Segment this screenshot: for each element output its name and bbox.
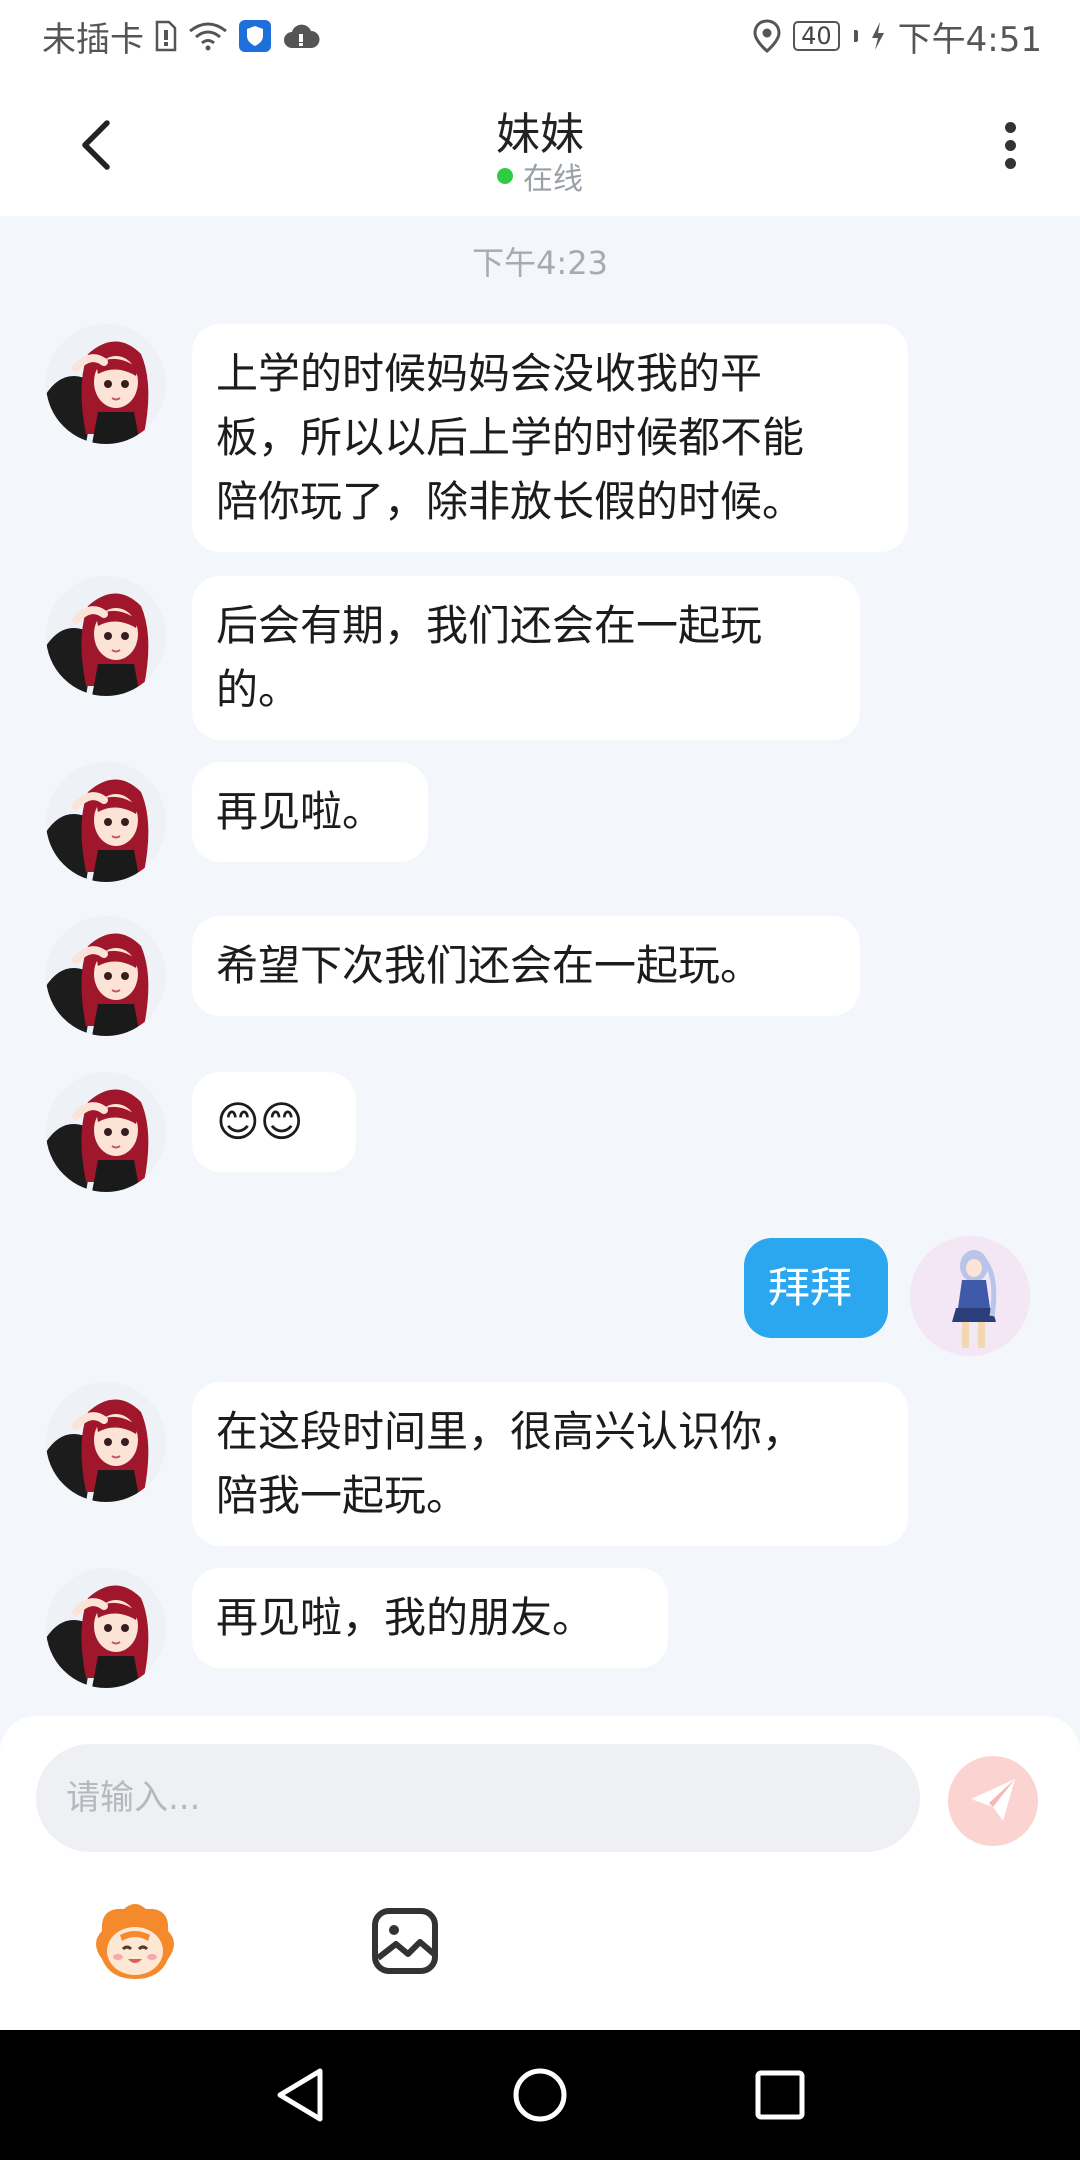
- wifi-icon: [188, 21, 228, 51]
- message-text: 陪你玩了，除非放长假的时候。: [216, 477, 805, 526]
- more-dot-icon: [1004, 121, 1016, 133]
- back-triangle-icon: [277, 2068, 323, 2122]
- message-bubble[interactable]: 再见啦，我的朋友。: [192, 1568, 668, 1668]
- status-time: 下午4:51: [897, 19, 1042, 60]
- message-bubble[interactable]: 上学的时候妈妈会没收我的平 板，所以以后上学的时候都不能 陪你玩了，除非放长假的…: [192, 324, 908, 552]
- message-bubble[interactable]: 再见啦。: [192, 762, 428, 862]
- chat-header: 妹妹 在线: [0, 72, 1080, 216]
- message-row: 后会有期，我们还会在一起玩 的。: [0, 576, 1080, 740]
- message-row: 希望下次我们还会在一起玩。: [0, 916, 1080, 1036]
- contact-avatar[interactable]: [46, 1072, 166, 1192]
- more-options-button[interactable]: [990, 110, 1030, 180]
- battery-tip: [853, 30, 858, 42]
- online-status: 在线: [0, 154, 1080, 198]
- nav-home-button[interactable]: [500, 2055, 580, 2135]
- composer: [0, 1716, 1080, 2030]
- message-text: 😊😊: [216, 1097, 304, 1146]
- sim-icon: [154, 20, 178, 52]
- message-text: 再见啦，我的朋友。: [216, 1593, 595, 1642]
- status-left: 未插卡: [42, 12, 320, 61]
- nav-back-button[interactable]: [260, 2055, 340, 2135]
- message-row: 上学的时候妈妈会没收我的平 板，所以以后上学的时候都不能 陪你玩了，除非放长假的…: [0, 324, 1080, 552]
- more-dot-icon: [1004, 157, 1016, 169]
- location-icon: [753, 19, 781, 53]
- battery-level: 40: [801, 22, 832, 50]
- message-text: 后会有期，我们还会在一起玩: [216, 601, 763, 650]
- message-bubble[interactable]: 😊😊: [192, 1072, 356, 1172]
- send-icon: [971, 1779, 1015, 1821]
- contact-avatar[interactable]: [46, 1568, 166, 1688]
- message-text: 再见啦。: [216, 787, 385, 836]
- message-row: 在这段时间里，很高兴认识你， 陪我一起玩。: [0, 1382, 1080, 1546]
- message-timestamp: 下午4:23: [472, 244, 608, 282]
- message-bubble[interactable]: 在这段时间里，很高兴认识你， 陪我一起玩。: [192, 1382, 908, 1546]
- message-text: 拜拜: [768, 1263, 853, 1312]
- contact-avatar[interactable]: [46, 916, 166, 1036]
- message-text: 的。: [216, 665, 301, 714]
- message-bubble[interactable]: 后会有期，我们还会在一起玩 的。: [192, 576, 860, 740]
- mascot-emoji-icon: [96, 1904, 174, 1979]
- contact-avatar[interactable]: [46, 576, 166, 696]
- shield-icon: [238, 19, 272, 53]
- message-text: 陪我一起玩。: [216, 1471, 469, 1520]
- page-title: 妹妹: [496, 109, 584, 160]
- home-circle-icon: [513, 2068, 567, 2122]
- message-row: 再见啦，我的朋友。: [0, 1568, 1080, 1688]
- charging-icon: [870, 21, 886, 51]
- cloud-icon: [282, 22, 320, 50]
- more-dot-icon: [1004, 139, 1016, 151]
- message-row: 再见啦。: [0, 762, 1080, 882]
- status-bar: 未插卡 40 下午4:51: [0, 0, 1080, 72]
- message-text: 希望下次我们还会在一起玩。: [216, 941, 763, 990]
- message-row: 拜拜: [0, 1226, 1080, 1356]
- online-status-text: 在线: [523, 162, 583, 197]
- message-text: 在这段时间里，很高兴认识你，: [216, 1407, 805, 1456]
- message-bubble-sent[interactable]: 拜拜: [744, 1238, 888, 1338]
- online-dot-icon: [497, 168, 513, 184]
- battery-icon: 40: [793, 21, 840, 51]
- image-picker-icon: [372, 1908, 438, 1974]
- contact-avatar[interactable]: [46, 1382, 166, 1502]
- my-avatar[interactable]: [910, 1236, 1030, 1356]
- message-text: 上学的时候妈妈会没收我的平: [216, 349, 763, 398]
- message-row: 😊😊: [0, 1072, 1080, 1192]
- status-right: 40 下午4:51: [753, 12, 1042, 61]
- chat-messages[interactable]: 下午4:23 上学的时候妈妈会没收我的平 板，所以以后上学的时候都不能 陪你玩了…: [0, 216, 1080, 1716]
- message-bubble[interactable]: 希望下次我们还会在一起玩。: [192, 916, 860, 1016]
- message-input[interactable]: [36, 1744, 920, 1852]
- system-nav-bar: [0, 2030, 1080, 2160]
- nav-recents-button[interactable]: [740, 2055, 820, 2135]
- contact-avatar[interactable]: [46, 324, 166, 444]
- image-picker-button[interactable]: [360, 1896, 450, 1986]
- carrier-text: 未插卡: [42, 19, 144, 60]
- message-text: 板，所以以后上学的时候都不能: [216, 413, 805, 462]
- contact-avatar[interactable]: [46, 762, 166, 882]
- recents-square-icon: [755, 2070, 805, 2120]
- emoji-button[interactable]: [90, 1896, 180, 1986]
- send-button[interactable]: [948, 1756, 1038, 1846]
